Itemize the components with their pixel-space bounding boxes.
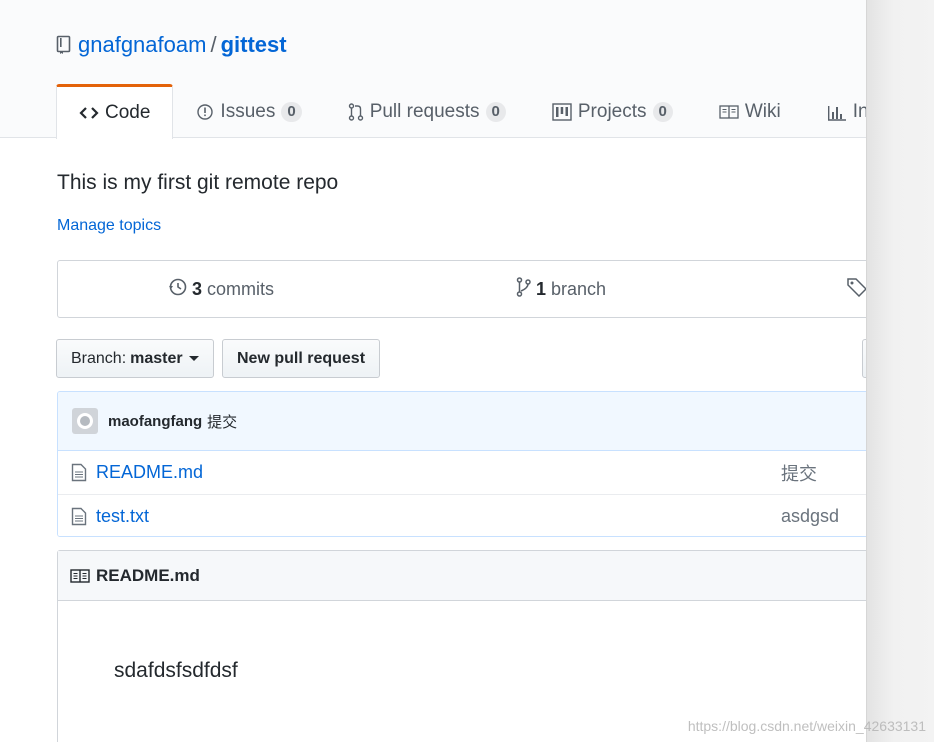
- branch-label: branch: [551, 278, 607, 299]
- new-pull-request-button[interactable]: New pull request: [222, 339, 380, 378]
- file-row[interactable]: README.md 提交: [58, 451, 866, 494]
- commit-message[interactable]: 提交: [207, 411, 237, 432]
- repo-summary: 3 commits 1 branch: [57, 260, 866, 318]
- graph-icon: [827, 103, 847, 121]
- avatar[interactable]: [72, 408, 98, 434]
- file-icon: [71, 463, 87, 487]
- file-name-link[interactable]: test.txt: [96, 506, 149, 527]
- releases-link[interactable]: [846, 261, 866, 317]
- branch-button-prefix: Branch:: [71, 349, 127, 367]
- tab-pull-requests[interactable]: Pull requests 0: [325, 84, 529, 138]
- projects-counter: 0: [652, 101, 673, 122]
- tab-insights[interactable]: Ins: [804, 84, 866, 138]
- manage-topics-link[interactable]: Manage topics: [57, 217, 161, 235]
- watermark-text: https://blog.csdn.net/weixin_42633131: [687, 718, 926, 734]
- issue-icon: [196, 103, 214, 121]
- readme-header: README.md: [58, 551, 866, 601]
- repo-title: gnafgnafoam / gittest: [56, 31, 287, 62]
- branch-count: 1: [536, 278, 547, 299]
- file-row[interactable]: test.txt asdgsd: [58, 494, 866, 536]
- repo-description: This is my first git remote repo: [57, 171, 339, 194]
- repo-separator: /: [210, 32, 217, 57]
- file-commit-message[interactable]: 提交: [781, 460, 817, 486]
- branch-button-name: master: [130, 349, 183, 367]
- readme-content: sdafdsfsdfdsf: [114, 659, 238, 682]
- branch-select-button[interactable]: Branch: master: [56, 339, 214, 378]
- tab-issues[interactable]: Issues 0: [173, 84, 324, 138]
- issues-counter: 0: [281, 101, 302, 122]
- tab-projects-label: Projects: [577, 100, 647, 122]
- tab-insights-label: Ins: [852, 100, 866, 122]
- caret-down-icon: [188, 356, 199, 361]
- tab-projects[interactable]: Projects 0: [529, 84, 696, 138]
- commits-label: commits: [207, 278, 275, 299]
- repo-icon: [56, 34, 72, 62]
- repo-owner-link[interactable]: gnafgnafoam: [78, 32, 206, 57]
- tab-pull-requests-label: Pull requests: [369, 100, 480, 122]
- repo-header: gnafgnafoam / gittest Code Issues 0 Pull r…: [0, 0, 866, 139]
- tab-issues-label: Issues: [220, 100, 276, 122]
- pull-request-icon: [348, 102, 364, 122]
- repo-nav-tabs: Code Issues 0 Pull requests 0 Projects 0…: [56, 84, 866, 139]
- commits-link[interactable]: 3 commits: [168, 261, 274, 317]
- book-icon: [719, 104, 739, 120]
- browser-viewport: gnafgnafoam / gittest Code Issues 0 Pull r…: [0, 0, 867, 742]
- tab-wiki-label: Wiki: [744, 100, 781, 122]
- code-icon: [79, 106, 99, 120]
- latest-commit-bar: maofangfang 提交: [58, 392, 866, 451]
- tab-code[interactable]: Code: [56, 84, 174, 139]
- file-table: maofangfang 提交 README.md 提交 test.txt asd…: [57, 391, 866, 537]
- book-icon: [70, 568, 90, 584]
- side-panel-background: [867, 0, 934, 742]
- repo-name-link[interactable]: gittest: [221, 32, 287, 57]
- tag-icon: [846, 277, 866, 302]
- pull-requests-counter: 0: [485, 101, 506, 122]
- tab-wiki[interactable]: Wiki: [696, 84, 804, 138]
- file-name-link[interactable]: README.md: [96, 462, 203, 483]
- branch-icon: [516, 276, 532, 303]
- commits-count: 3: [192, 278, 203, 299]
- history-icon: [168, 277, 188, 302]
- readme-title: README.md: [96, 565, 200, 585]
- readme-panel: README.md sdafdsfsdfdsf: [57, 550, 866, 742]
- project-icon: [552, 102, 572, 121]
- branches-link[interactable]: 1 branch: [516, 261, 606, 317]
- file-commit-message[interactable]: asdgsd: [781, 506, 839, 527]
- commit-author[interactable]: maofangfang: [108, 413, 202, 430]
- tab-code-label: Code: [105, 102, 151, 123]
- file-icon: [71, 507, 87, 531]
